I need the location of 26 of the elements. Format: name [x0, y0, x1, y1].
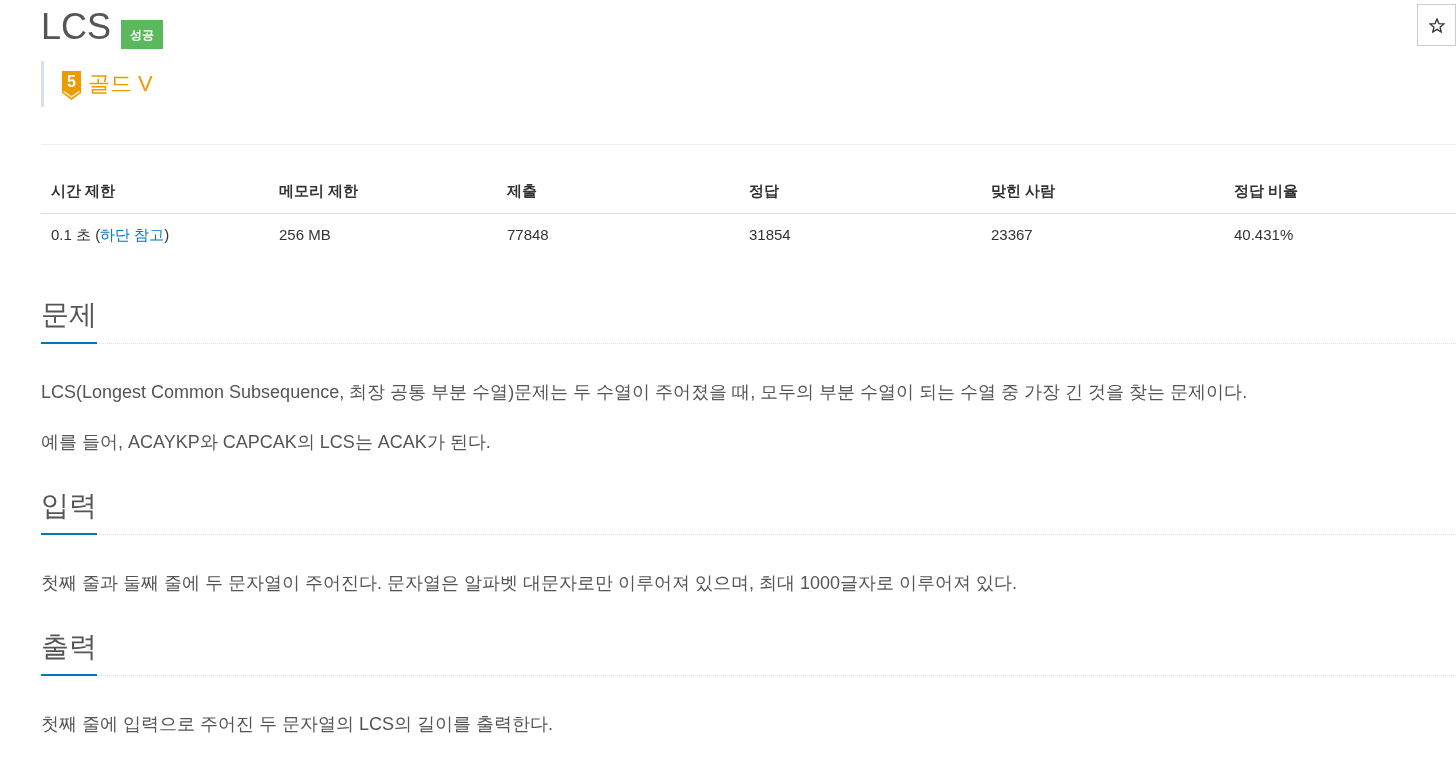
column-header: 정답: [739, 169, 981, 213]
tier-name: 골드 V: [88, 70, 153, 98]
column-header: 제출: [497, 169, 739, 213]
problem-text: 첫째 줄에 입력으로 주어진 두 문자열의 LCS의 길이를 출력한다.: [41, 713, 554, 736]
section-heading: 입력: [41, 489, 97, 535]
table-cell: 23367: [991, 226, 1033, 243]
table-cell: 40.431%: [1234, 226, 1294, 243]
table-cell: 0.1 초 (하단 참고): [51, 226, 170, 243]
table-cell: 256 MB: [279, 226, 331, 243]
table-cell: 31854: [749, 226, 791, 243]
problem-text: 예를 들어, ACAYKP와 CAPCAK의 LCS는 ACAK가 된다.: [41, 431, 491, 454]
column-header: 메모리 제한: [269, 169, 497, 213]
note-link[interactable]: 하단 참고: [100, 226, 165, 243]
column-header: 시간 제한: [41, 169, 269, 213]
table-cell: 77848: [507, 226, 549, 243]
section-heading: 문제: [41, 298, 97, 344]
star-icon: [1428, 17, 1445, 33]
problem-title: LCS: [41, 5, 112, 47]
column-header: 정답 비율: [1224, 169, 1456, 213]
tier-badge: 5: [62, 70, 81, 100]
problem-text: LCS(Longest Common Subsequence, 최장 공통 부분 수열)문제는 두 수열이 주어졌을 때, 모두의 부분 수열이 되는 수열 중 가장 긴 것을 찾는 문제이다.: [41, 381, 1248, 404]
problem-text: 첫째 줄과 둘째 줄에 두 문자열이 주어진다. 문자열은 알파벳 대문자로만 이루어져 있으며, 최대 1000글자로 이루어져 있다.: [41, 572, 1018, 595]
result-badge: 성공: [121, 20, 164, 49]
star-button[interactable]: [1417, 4, 1456, 46]
section-heading: 출력: [41, 630, 97, 676]
column-header: 맞힌 사람: [981, 169, 1224, 213]
